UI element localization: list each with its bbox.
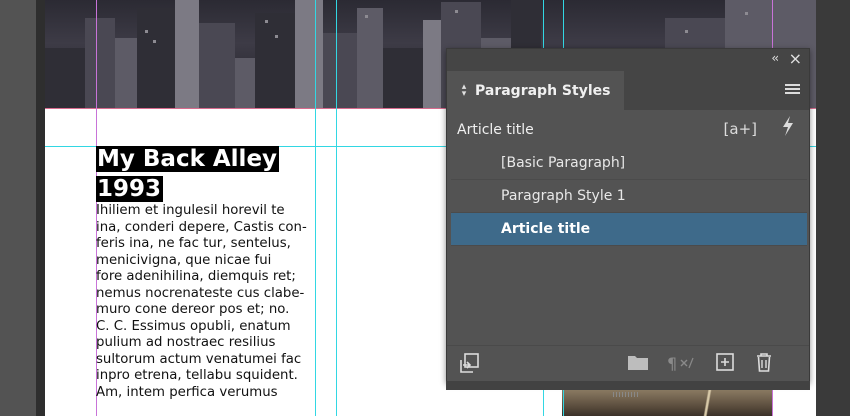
- paragraph-styles-panel: ‹‹ × ▴ ▾ Paragraph Styles Article title […: [446, 48, 810, 397]
- style-override-icon[interactable]: [a+]: [724, 120, 757, 138]
- road-photo[interactable]: [562, 390, 772, 416]
- panel-title-bar[interactable]: ‹‹ ×: [447, 49, 809, 71]
- current-style-name: Article title: [457, 122, 534, 138]
- style-item-paragraph-style-1[interactable]: Paragraph Style 1: [451, 180, 807, 213]
- tab-label: Paragraph Styles: [475, 82, 611, 99]
- pasteboard-right-edge: [815, 0, 850, 416]
- lightning-bolt-icon[interactable]: [781, 116, 795, 140]
- style-list: [Basic Paragraph] Paragraph Style 1 Arti…: [451, 147, 807, 246]
- hamburger-menu-icon[interactable]: [785, 84, 800, 96]
- svg-text:¶: ¶: [667, 354, 677, 372]
- headline-line-2: 1993: [96, 176, 164, 202]
- pilcrow-clear-icon[interactable]: ¶: [667, 354, 695, 376]
- panel-bottom-toolbar: ¶: [447, 345, 809, 382]
- folder-icon[interactable]: [627, 352, 649, 376]
- article-body-text[interactable]: Ihiliem et ingulesil horevil te ina, con…: [96, 203, 316, 401]
- panel-dock-strip: [446, 381, 810, 390]
- style-item-basic-paragraph[interactable]: [Basic Paragraph]: [451, 147, 807, 180]
- tab-paragraph-styles[interactable]: ▴ ▾ Paragraph Styles: [447, 71, 624, 110]
- pasteboard-left-edge: [0, 0, 45, 416]
- panel-tab-row: ▴ ▾ Paragraph Styles: [447, 71, 809, 110]
- load-styles-icon[interactable]: [459, 352, 481, 378]
- double-chevron-left-icon[interactable]: ‹‹: [771, 51, 778, 65]
- column-guide-2: [336, 0, 337, 416]
- style-item-article-title[interactable]: Article title: [451, 213, 807, 246]
- headline-line-1: My Back Alley: [96, 146, 280, 172]
- article-headline[interactable]: My Back Alley 1993: [96, 144, 316, 204]
- trash-icon[interactable]: [754, 352, 774, 376]
- expand-collapse-arrows-icon[interactable]: ▴ ▾: [459, 82, 469, 98]
- new-style-icon[interactable]: [715, 352, 735, 376]
- close-icon[interactable]: ×: [789, 49, 802, 68]
